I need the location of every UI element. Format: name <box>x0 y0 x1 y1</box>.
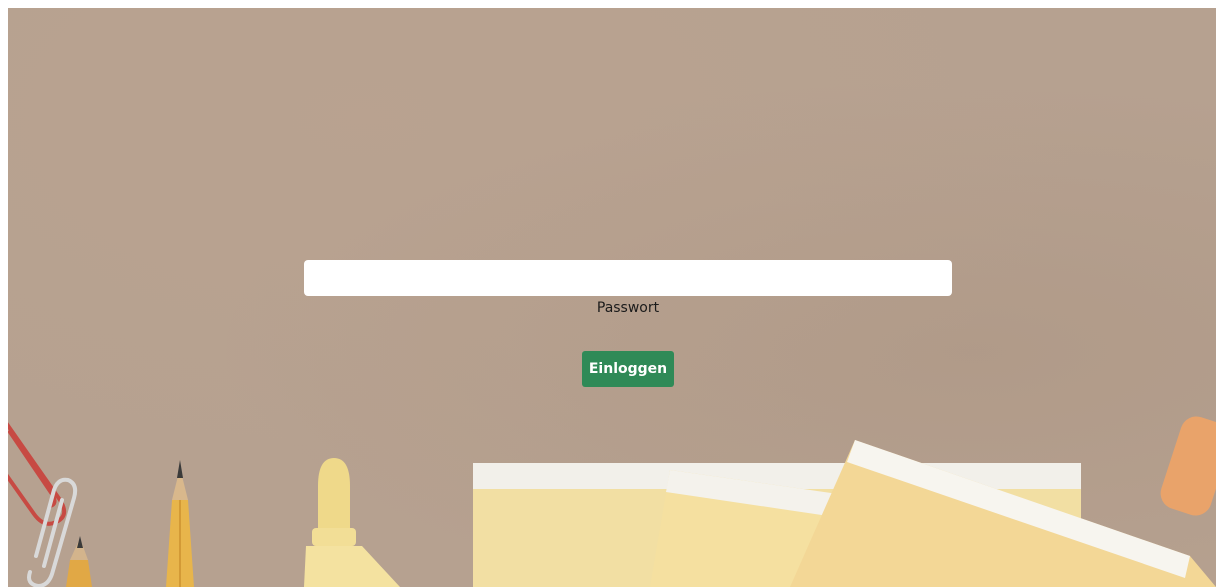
login-button[interactable]: Einloggen <box>582 351 674 387</box>
password-label: Passwort <box>596 300 660 316</box>
login-form: Passwort Einloggen <box>0 0 1216 587</box>
password-input[interactable] <box>304 260 952 296</box>
